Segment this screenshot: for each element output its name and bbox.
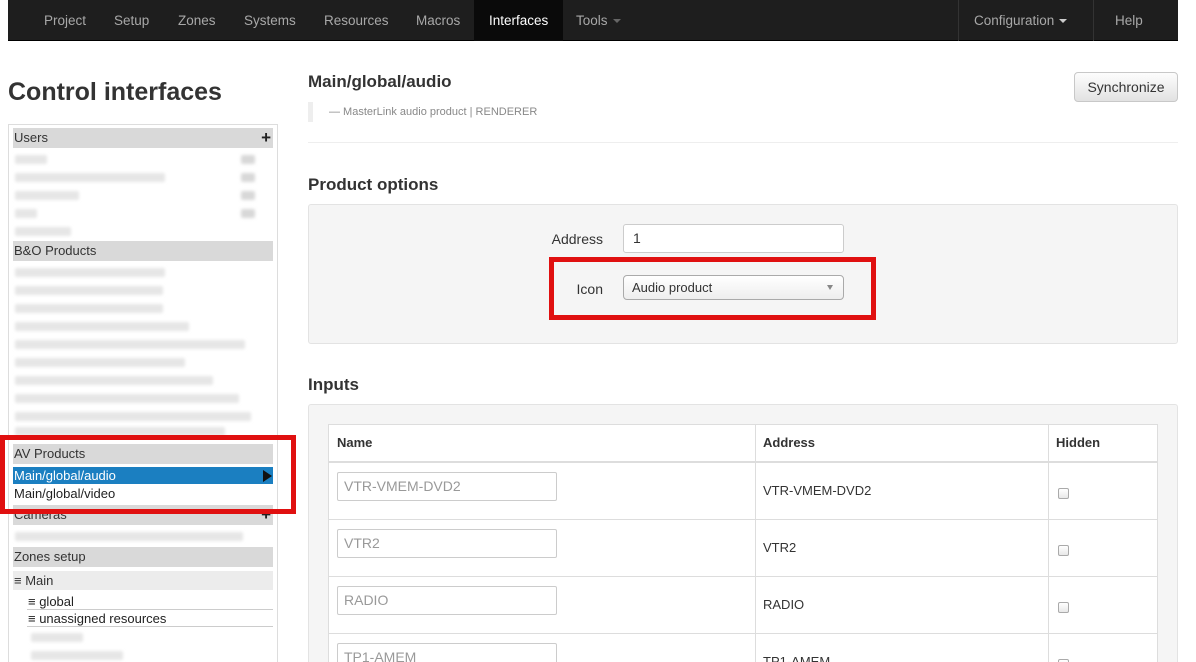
product-options-title: Product options — [308, 175, 439, 194]
nav-resources[interactable]: Resources — [309, 0, 404, 41]
table-header: Name Address Hidden — [329, 425, 1157, 463]
inputs-table: Name Address Hidden VTR-VMEM-DVD2 VTR-VM… — [328, 424, 1158, 662]
page-title: Control interfaces — [8, 78, 222, 106]
product-subtitle: — MasterLink audio product | RENDERER — [308, 102, 537, 122]
users-header-label: Users — [14, 130, 48, 145]
synchronize-button[interactable]: Synchronize — [1074, 72, 1178, 102]
table-row: RADIO RADIO — [329, 577, 1157, 634]
nav-macros[interactable]: Macros — [401, 0, 475, 41]
input-name-field[interactable]: VTR2 — [337, 529, 557, 558]
zones-setup-header: Zones setup — [13, 547, 273, 567]
hidden-checkbox[interactable] — [1058, 545, 1069, 556]
top-navbar: Project Setup Zones Systems Resources Ma… — [8, 0, 1178, 41]
blurred-badge — [241, 191, 255, 200]
input-address: RADIO — [763, 597, 805, 612]
sidebar: Users + B&O Products AV Products Main/gl… — [8, 124, 278, 662]
address-input[interactable]: 1 — [623, 224, 844, 253]
table-row: VTR2 VTR2 — [329, 520, 1157, 577]
blurred-entry — [15, 532, 243, 541]
blurred-entry — [31, 651, 123, 660]
blurred-entry — [15, 394, 239, 403]
zone-main[interactable]: ≡ Main — [13, 571, 273, 590]
nav-zones[interactable]: Zones — [163, 0, 231, 41]
address-label: Address — [551, 231, 603, 247]
blurred-entry — [15, 155, 47, 164]
nav-tools-label: Tools — [576, 13, 608, 28]
chevron-down-icon — [612, 19, 621, 24]
nav-divider — [1093, 0, 1094, 41]
blurred-entry — [15, 376, 213, 385]
blurred-entry — [15, 412, 251, 421]
blurred-entry — [15, 173, 165, 182]
blurred-entry — [15, 358, 185, 367]
blurred-entry — [15, 286, 163, 295]
blurred-entry — [15, 191, 79, 200]
input-address: TP1-AMEM — [763, 654, 831, 662]
nav-help[interactable]: Help — [1100, 0, 1158, 41]
bo-products-header: B&O Products — [13, 241, 273, 261]
table-row: TP1-AMEM TP1-AMEM — [329, 634, 1157, 662]
nav-interfaces[interactable]: Interfaces — [474, 0, 564, 41]
divider — [308, 142, 1178, 143]
chevron-down-icon — [1059, 19, 1068, 24]
blurred-entry — [15, 304, 163, 313]
blurred-entry — [15, 340, 245, 349]
blurred-entry — [31, 633, 83, 642]
plus-icon[interactable]: + — [261, 129, 271, 146]
bo-products-header-label: B&O Products — [14, 243, 97, 258]
blurred-badge — [241, 209, 255, 218]
nav-setup[interactable]: Setup — [99, 0, 164, 41]
zones-setup-header-label: Zones setup — [14, 549, 86, 564]
input-name-field[interactable]: TP1-AMEM — [337, 643, 557, 662]
nav-tools[interactable]: Tools — [561, 0, 636, 41]
zone-unassigned-resources[interactable]: ≡ unassigned resources — [27, 610, 273, 627]
nav-project[interactable]: Project — [29, 0, 101, 41]
column-header-name: Name — [337, 435, 373, 450]
zone-global[interactable]: ≡ global — [27, 593, 273, 610]
product-title: Main/global/audio — [308, 72, 452, 91]
hidden-checkbox[interactable] — [1058, 602, 1069, 613]
blurred-badge — [241, 155, 255, 164]
input-name-field[interactable]: VTR-VMEM-DVD2 — [337, 472, 557, 501]
input-address: VTR-VMEM-DVD2 — [763, 483, 872, 498]
blurred-entry — [15, 322, 189, 331]
blurred-badge — [241, 173, 255, 182]
nav-configuration[interactable]: Configuration — [959, 0, 1082, 41]
input-name-field[interactable]: RADIO — [337, 586, 557, 615]
users-header: Users + — [13, 128, 273, 148]
hidden-checkbox[interactable] — [1058, 488, 1069, 499]
input-address: VTR2 — [763, 540, 797, 555]
blurred-entry — [15, 227, 71, 236]
table-row: VTR-VMEM-DVD2 VTR-VMEM-DVD2 — [329, 463, 1157, 520]
highlight-box — [549, 257, 876, 320]
column-header-address: Address — [763, 435, 816, 450]
column-header-hidden: Hidden — [1056, 435, 1101, 450]
highlight-box — [0, 435, 296, 514]
nav-systems[interactable]: Systems — [229, 0, 311, 41]
blurred-entry — [15, 209, 37, 218]
inputs-title: Inputs — [308, 375, 359, 394]
blurred-entry — [15, 268, 165, 277]
nav-configuration-label: Configuration — [974, 13, 1055, 28]
